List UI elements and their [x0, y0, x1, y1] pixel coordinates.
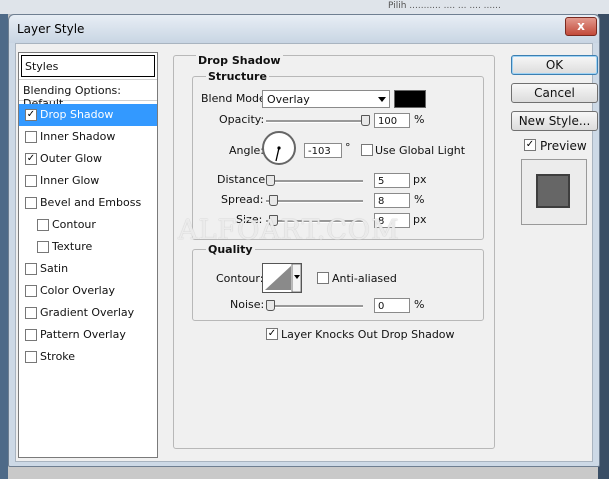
background-app-strip: Pilih ........... .... ... .... ......: [0, 0, 609, 15]
anti-aliased-label: Anti-aliased: [332, 272, 397, 285]
angle-unit: °: [345, 141, 351, 154]
satin-checkbox[interactable]: [25, 263, 37, 275]
spread-unit: %: [414, 193, 425, 206]
angle-label: Angle:: [229, 144, 265, 157]
style-item-satin[interactable]: Satin: [19, 258, 157, 280]
noise-label: Noise:: [230, 298, 265, 311]
bevel-and-emboss-checkbox[interactable]: [25, 197, 37, 209]
distance-slider-track[interactable]: [266, 180, 363, 183]
style-item-label: Outer Glow: [40, 152, 103, 165]
opacity-slider-track[interactable]: [266, 120, 370, 123]
spread-slider-thumb[interactable]: [269, 195, 278, 206]
opacity-label: Opacity:: [219, 113, 265, 126]
blending-options-item[interactable]: Blending Options: Default: [19, 79, 157, 110]
chevron-down-icon: [378, 97, 386, 102]
angle-input[interactable]: -103: [304, 143, 342, 158]
gradient-overlay-checkbox[interactable]: [25, 307, 37, 319]
noise-slider-thumb[interactable]: [266, 300, 275, 311]
close-button[interactable]: x: [565, 17, 597, 36]
blend-mode-select[interactable]: Overlay: [262, 90, 390, 108]
preview-checkbox[interactable]: ✓: [524, 139, 536, 151]
preview-swatch: [536, 174, 570, 208]
style-item-inner-glow[interactable]: Inner Glow: [19, 170, 157, 192]
style-item-label: Stroke: [40, 350, 76, 363]
inner-shadow-checkbox[interactable]: [25, 131, 37, 143]
style-preview: [521, 159, 587, 225]
styles-list: Styles Blending Options: Default ✓ Drop …: [18, 52, 158, 458]
style-item-label: Gradient Overlay: [40, 306, 135, 319]
distance-input[interactable]: 5: [374, 173, 410, 188]
distance-label: Distance:: [217, 173, 269, 186]
contour-checkbox[interactable]: [37, 219, 49, 231]
outer-glow-checkbox[interactable]: ✓: [25, 153, 37, 165]
style-item-pattern-overlay[interactable]: Pattern Overlay: [19, 324, 157, 346]
opacity-slider-thumb[interactable]: [361, 115, 370, 126]
noise-slider-track[interactable]: [266, 305, 363, 308]
style-item-label: Contour: [52, 218, 96, 231]
style-item-texture[interactable]: Texture: [19, 236, 157, 258]
distance-slider-thumb[interactable]: [266, 175, 275, 186]
stroke-checkbox[interactable]: [25, 351, 37, 363]
angle-needle-icon: [275, 146, 281, 162]
anti-aliased-checkbox[interactable]: [317, 272, 329, 284]
dialog-title: Layer Style: [17, 22, 85, 36]
angle-dial[interactable]: [262, 131, 296, 165]
drop-shadow-checkbox[interactable]: ✓: [25, 109, 37, 121]
layer-knocks-out-label: Layer Knocks Out Drop Shadow: [281, 328, 455, 341]
style-item-outer-glow[interactable]: ✓ Outer Glow: [19, 148, 157, 170]
preview-label: Preview: [540, 139, 587, 153]
contour-picker[interactable]: [262, 263, 302, 293]
size-unit: px: [413, 213, 427, 226]
style-item-label: Inner Shadow: [40, 130, 116, 143]
blend-mode-label: Blend Mode:: [201, 92, 270, 105]
style-item-inner-shadow[interactable]: Inner Shadow: [19, 126, 157, 148]
noise-input[interactable]: 0: [374, 298, 410, 313]
style-item-color-overlay[interactable]: Color Overlay: [19, 280, 157, 302]
spread-label: Spread:: [221, 193, 264, 206]
distance-unit: px: [413, 173, 427, 186]
drop-shadow-heading: Drop Shadow: [196, 54, 283, 67]
new-style-button[interactable]: New Style...: [511, 111, 598, 131]
style-item-bevel-and-emboss[interactable]: Bevel and Emboss: [19, 192, 157, 214]
spread-input[interactable]: 8: [374, 193, 410, 208]
style-item-label: Texture: [52, 240, 93, 253]
style-item-drop-shadow[interactable]: ✓ Drop Shadow: [19, 104, 157, 126]
pattern-overlay-checkbox[interactable]: [25, 329, 37, 341]
blend-mode-value: Overlay: [267, 93, 310, 106]
styles-header-label: Styles: [25, 60, 59, 73]
shadow-color-swatch[interactable]: [394, 90, 426, 108]
opacity-unit: %: [414, 113, 425, 126]
contour-curve-icon: [265, 264, 301, 292]
layer-knocks-out-checkbox[interactable]: ✓: [266, 328, 278, 340]
background-left-edge: [0, 14, 8, 479]
background-app-text: Pilih ........... .... ... .... ......: [388, 1, 501, 11]
watermark-text: ALFOART.COM: [178, 215, 400, 246]
style-item-label: Satin: [40, 262, 69, 275]
structure-heading: Structure: [206, 70, 269, 83]
style-item-label: Drop Shadow: [40, 108, 114, 121]
color-overlay-checkbox[interactable]: [25, 285, 37, 297]
title-bar[interactable]: Layer Style x: [9, 15, 599, 43]
style-item-stroke[interactable]: Stroke: [19, 346, 157, 368]
spread-slider-track[interactable]: [266, 200, 363, 203]
ok-button[interactable]: OK: [511, 55, 598, 75]
style-item-label: Inner Glow: [40, 174, 100, 187]
noise-unit: %: [414, 298, 425, 311]
use-global-light-label: Use Global Light: [375, 144, 466, 157]
style-item-label: Bevel and Emboss: [40, 196, 142, 209]
cancel-button[interactable]: Cancel: [511, 83, 598, 103]
style-item-gradient-overlay[interactable]: Gradient Overlay: [19, 302, 157, 324]
style-item-label: Color Overlay: [40, 284, 115, 297]
use-global-light-checkbox[interactable]: [361, 144, 373, 156]
style-item-label: Pattern Overlay: [40, 328, 126, 341]
styles-header[interactable]: Styles: [21, 55, 155, 77]
texture-checkbox[interactable]: [37, 241, 49, 253]
opacity-input[interactable]: 100: [374, 113, 410, 128]
contour-label: Contour:: [216, 272, 264, 285]
inner-glow-checkbox[interactable]: [25, 175, 37, 187]
style-item-contour[interactable]: Contour: [19, 214, 157, 236]
